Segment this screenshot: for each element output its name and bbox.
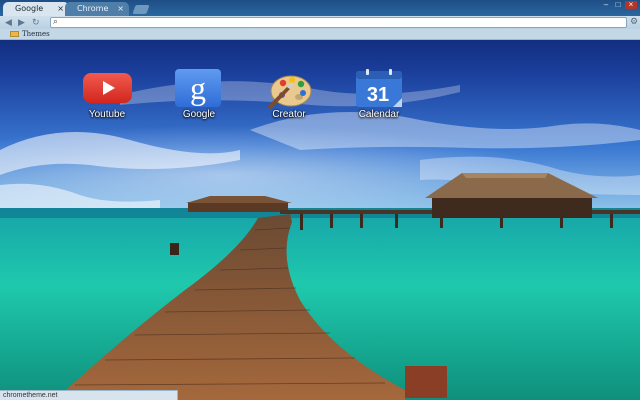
bookmarks-bar: Themes xyxy=(0,29,640,40)
new-tab-button[interactable] xyxy=(132,5,150,14)
google-glyph: g xyxy=(190,70,206,106)
address-input[interactable] xyxy=(63,18,618,27)
close-icon[interactable]: × xyxy=(57,2,64,16)
app-label: Google xyxy=(182,109,216,120)
title-bar: Google × Chrome × – □ × xyxy=(0,0,640,16)
reload-icon[interactable]: ↻ xyxy=(32,17,40,28)
window-close-button[interactable]: × xyxy=(625,1,637,9)
bookmark-label: Themes xyxy=(22,30,50,38)
tab-chrome[interactable]: Chrome × xyxy=(65,2,129,16)
toolbar: ◀ ▶ ↻ ⌕ ⚙ xyxy=(0,16,640,29)
address-bar[interactable]: ⌕ xyxy=(50,16,627,28)
forward-icon[interactable]: ▶ xyxy=(18,17,25,28)
app-label: Youtube xyxy=(88,109,126,120)
tab-google[interactable]: Google × xyxy=(3,2,69,16)
tropical-wallpaper xyxy=(0,0,640,400)
calendar-icon: 31 xyxy=(356,69,402,107)
wrench-icon[interactable]: ⚙ xyxy=(630,16,638,27)
minimize-button[interactable]: – xyxy=(601,1,611,9)
calendar-date: 31 xyxy=(367,84,389,106)
status-bar: chrometheme.net xyxy=(0,390,178,400)
google-icon: g xyxy=(175,69,221,107)
palette-icon xyxy=(267,75,312,109)
youtube-icon xyxy=(83,73,132,103)
app-label: Creator xyxy=(272,109,306,120)
bookmark-themes[interactable]: Themes xyxy=(10,29,50,40)
tab-label: Google xyxy=(15,4,44,13)
tab-label: Chrome xyxy=(77,4,109,13)
app-label: Calendar xyxy=(358,109,400,120)
search-icon: ⌕ xyxy=(53,16,59,26)
close-icon[interactable]: × xyxy=(117,2,124,16)
back-icon[interactable]: ◀ xyxy=(5,17,12,28)
app-calendar[interactable]: 31 Calendar xyxy=(344,69,414,123)
folder-icon xyxy=(10,31,19,37)
app-google[interactable]: g Google xyxy=(164,69,234,123)
app-creator[interactable]: Creator xyxy=(254,69,324,123)
app-youtube[interactable]: Youtube xyxy=(72,69,142,123)
maximize-button[interactable]: □ xyxy=(613,1,623,9)
